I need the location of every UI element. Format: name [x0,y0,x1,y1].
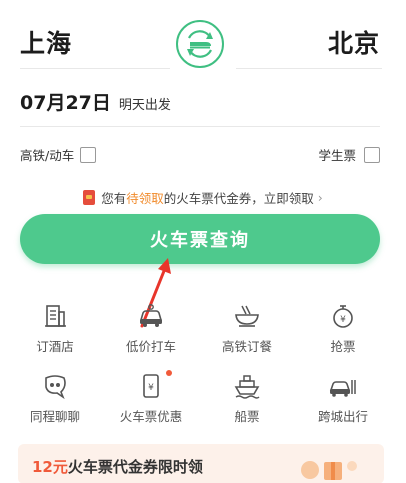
service-train-meal[interactable]: 高铁订餐 [202,302,292,355]
highspeed-label: 高铁/动车 [20,148,75,163]
notification-dot [166,370,172,376]
service-hotel[interactable]: 订酒店 [10,302,100,355]
student-ticket-checkbox[interactable] [364,146,380,163]
arrival-underline [236,68,382,69]
service-ticket-discount[interactable]: ¥ 火车票优惠 [106,370,196,425]
swap-stations-button[interactable] [176,20,224,68]
departure-underline [20,68,170,69]
banner-title: 12元火车票代金券限时领 [32,456,203,477]
red-envelope-icon [83,190,96,205]
departure-station[interactable]: 上海 [20,24,72,60]
chevron-right-icon: › [317,190,323,205]
promo-prefix: 您有 [101,191,127,206]
service-label: 船票 [234,409,260,424]
ship-icon [234,375,260,399]
service-taxi[interactable]: 低价打车 [106,302,196,355]
service-ticket-grab[interactable]: ¥ 抢票 [298,302,388,355]
departure-date-selector[interactable]: 07月27日 明天出发 [20,88,380,128]
service-ship-ticket[interactable]: 船票 [202,372,292,425]
date-divider [20,126,380,127]
train-swap-icon [187,30,213,58]
coupon-promo-link[interactable]: 您有 待领取 的火车票代金券，立即领取 › [0,188,406,207]
svg-text:¥: ¥ [148,383,154,393]
departure-date-subtitle: 明天出发 [118,98,171,113]
highspeed-checkbox[interactable] [80,146,97,163]
arrival-station[interactable]: 北京 [328,24,380,60]
hotel-icon [45,305,66,327]
service-chat[interactable]: 同程聊聊 [10,372,100,425]
banner-amount: 12元 [32,458,68,476]
student-ticket-option[interactable]: 学生票 [318,145,380,164]
service-label: 同程聊聊 [29,409,80,424]
service-label: 低价打车 [125,339,176,354]
service-label: 订酒店 [36,339,74,354]
highspeed-option[interactable]: 高铁/动车 [20,145,97,164]
promo-suffix: 的火车票代金券，立即领取 [163,191,314,206]
student-ticket-label: 学生票 [318,148,356,163]
service-label: 高铁订餐 [221,339,272,354]
car-icon [139,304,163,327]
gift-decoration-icon [301,461,357,480]
chat-icon [45,375,66,400]
service-label: 火车票优惠 [119,409,183,424]
coupon-icon: ¥ [143,374,159,398]
train-ticket-search-button[interactable]: 火车票查询 [20,214,380,264]
banner-text: 火车票代金券限时领 [67,458,203,476]
service-label: 抢票 [330,339,356,354]
service-intercity[interactable]: 跨城出行 [298,372,388,425]
svg-text:¥: ¥ [340,315,346,325]
promo-highlight: 待领取 [126,191,164,206]
coupon-banner[interactable]: 12元火车票代金券限时领 [18,444,384,483]
service-label: 跨城出行 [317,409,368,424]
intercity-car-icon [329,380,356,397]
stopwatch-icon: ¥ [333,305,353,328]
meal-icon [235,305,259,327]
departure-date: 07月27日 [20,92,111,114]
station-selector: 上海 北京 [0,0,406,85]
